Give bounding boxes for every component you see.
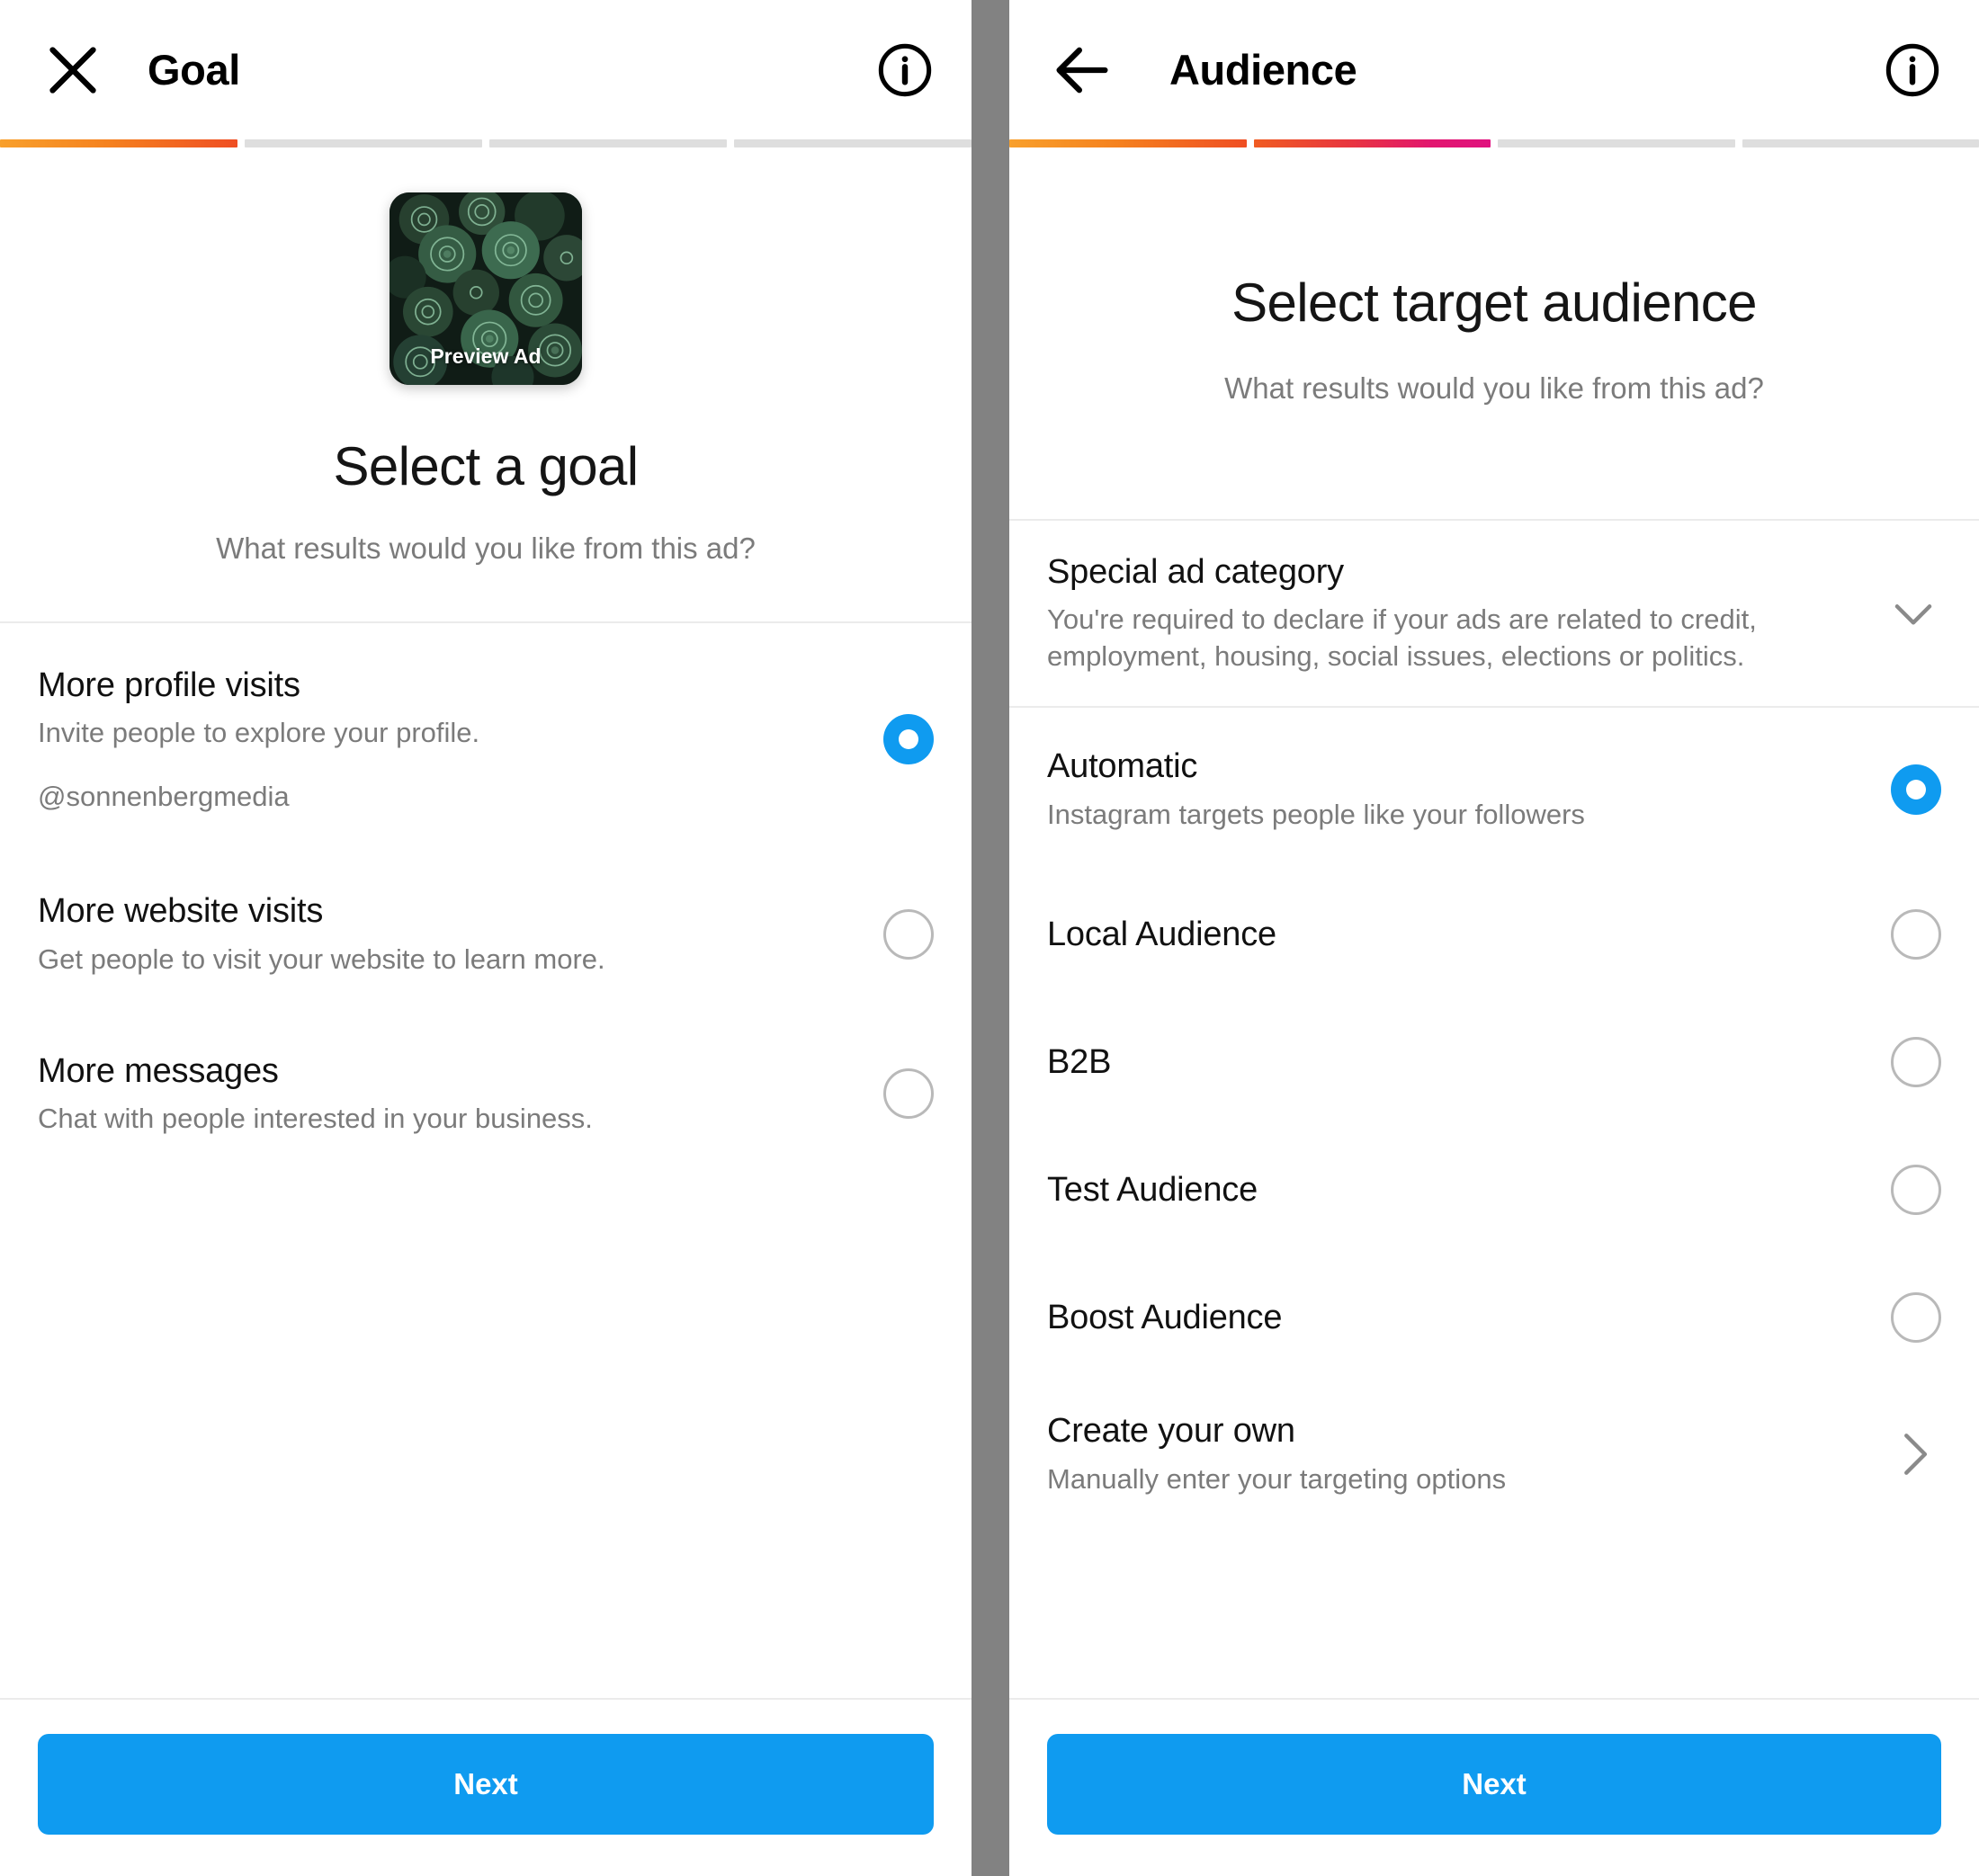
audience-topbar: Audience xyxy=(1009,0,1979,139)
radio-boost-audience[interactable] xyxy=(1891,1292,1941,1344)
audience-hero: Select target audience What results woul… xyxy=(1009,147,1979,406)
option-title: Boost Audience xyxy=(1047,1299,1283,1337)
option-account-handle: @sonnenbergmedia xyxy=(38,781,290,813)
audience-screen: Audience Select target audience What res… xyxy=(1009,0,1979,1876)
row-text: Create your own Manually enter your targ… xyxy=(1047,1410,1885,1497)
option-title: More profile visits xyxy=(38,666,300,704)
row-text: Test Audience xyxy=(1047,1169,1891,1210)
chevron-down-icon[interactable] xyxy=(1885,585,1941,641)
row-text: More website visits Get people to visit … xyxy=(38,890,883,978)
special-ad-category-row[interactable]: Special ad category You're required to d… xyxy=(1009,521,1979,707)
radio-more-website-visits[interactable] xyxy=(883,908,934,960)
page-title: Goal xyxy=(148,46,240,94)
goal-option-more-messages[interactable]: More messages Chat with people intereste… xyxy=(0,1014,972,1174)
preview-ad-label: Preview Ad xyxy=(430,344,542,368)
goal-progress-bar xyxy=(0,139,972,147)
option-title: Local Audience xyxy=(1047,916,1276,954)
radio-more-profile-visits[interactable] xyxy=(883,713,934,764)
option-title: B2B xyxy=(1047,1043,1112,1082)
radio-test-audience[interactable] xyxy=(1891,1165,1941,1216)
radio-b2b[interactable] xyxy=(1891,1037,1941,1088)
progress-segment-2 xyxy=(245,139,482,147)
goal-heading: Select a goal xyxy=(333,436,639,496)
goal-option-more-website-visits[interactable]: More website visits Get people to visit … xyxy=(0,854,972,1014)
option-title: Automatic xyxy=(1047,747,1198,786)
close-icon[interactable] xyxy=(38,35,108,105)
audience-option-test-audience[interactable]: Test Audience xyxy=(1009,1126,1979,1255)
progress-segment-3 xyxy=(489,139,727,147)
create-your-own-subtitle: Manually enter your targeting options xyxy=(1047,1462,1507,1495)
screen-divider xyxy=(972,0,1009,1876)
next-button[interactable]: Next xyxy=(1047,1734,1941,1835)
audience-option-local-audience[interactable]: Local Audience xyxy=(1009,871,1979,999)
create-your-own-row[interactable]: Create your own Manually enter your targ… xyxy=(1009,1381,1979,1527)
progress-segment-1 xyxy=(0,139,237,147)
audience-heading: Select target audience xyxy=(1231,272,1757,333)
option-subtitle: Get people to visit your website to lear… xyxy=(38,942,605,975)
option-subtitle: Instagram targets people like your follo… xyxy=(1047,798,1585,830)
goal-screen: Goal Preview Ad Select a goal What resul… xyxy=(0,0,972,1876)
audience-progress-bar xyxy=(1009,139,1979,147)
progress-segment-1 xyxy=(1009,139,1247,147)
progress-segment-4 xyxy=(734,139,972,147)
row-text: Special ad category You're required to d… xyxy=(1047,551,1885,675)
audience-option-b2b[interactable]: B2B xyxy=(1009,998,1979,1127)
chevron-right-icon[interactable] xyxy=(1885,1426,1941,1482)
create-your-own-title: Create your own xyxy=(1047,1412,1295,1451)
goal-option-more-profile-visits[interactable]: More profile visits Invite people to exp… xyxy=(0,623,972,855)
audience-option-boost-audience[interactable]: Boost Audience xyxy=(1009,1254,1979,1382)
progress-segment-2 xyxy=(1253,139,1491,147)
info-icon[interactable] xyxy=(1884,41,1941,99)
option-title: More website visits xyxy=(38,892,324,931)
row-text: More profile visits Invite people to exp… xyxy=(38,665,883,813)
row-text: Automatic Instagram targets people like … xyxy=(1047,746,1891,833)
audience-footer: Next xyxy=(1009,1698,1979,1876)
special-ad-category-title: Special ad category xyxy=(1047,553,1344,591)
goal-footer: Next xyxy=(0,1698,972,1876)
row-text: More messages Chat with people intereste… xyxy=(38,1050,883,1138)
audience-subheading: What results would you like from this ad… xyxy=(1224,371,1764,405)
progress-segment-3 xyxy=(1498,139,1735,147)
page-title: Audience xyxy=(1169,46,1357,94)
radio-more-messages[interactable] xyxy=(883,1068,934,1120)
audience-body: Select target audience What results woul… xyxy=(1009,147,1979,1698)
row-text: Boost Audience xyxy=(1047,1297,1891,1338)
goal-subheading: What results would you like from this ad… xyxy=(216,532,756,565)
radio-local-audience[interactable] xyxy=(1891,909,1941,960)
goal-body: Preview Ad Select a goal What results wo… xyxy=(0,147,972,1698)
row-text: B2B xyxy=(1047,1041,1891,1083)
option-subtitle: Chat with people interested in your busi… xyxy=(38,1102,593,1134)
audience-option-automatic[interactable]: Automatic Instagram targets people like … xyxy=(1009,708,1979,871)
goal-hero: Preview Ad Select a goal What results wo… xyxy=(0,147,972,566)
arrow-left-icon[interactable] xyxy=(1047,35,1117,105)
option-title: More messages xyxy=(38,1051,279,1090)
row-text: Local Audience xyxy=(1047,914,1891,955)
radio-automatic[interactable] xyxy=(1891,764,1941,815)
ad-thumbnail-succulents[interactable]: Preview Ad xyxy=(390,192,582,385)
option-subtitle: Invite people to explore your profile. xyxy=(38,717,480,749)
option-title: Test Audience xyxy=(1047,1171,1258,1210)
next-button[interactable]: Next xyxy=(38,1734,934,1835)
goal-topbar: Goal xyxy=(0,0,972,139)
special-ad-category-subtitle: You're required to declare if your ads a… xyxy=(1047,603,1757,673)
dual-screenshot-container: Goal Preview Ad Select a goal What resul… xyxy=(0,0,1979,1876)
info-icon[interactable] xyxy=(876,41,934,99)
progress-segment-4 xyxy=(1742,139,1979,147)
